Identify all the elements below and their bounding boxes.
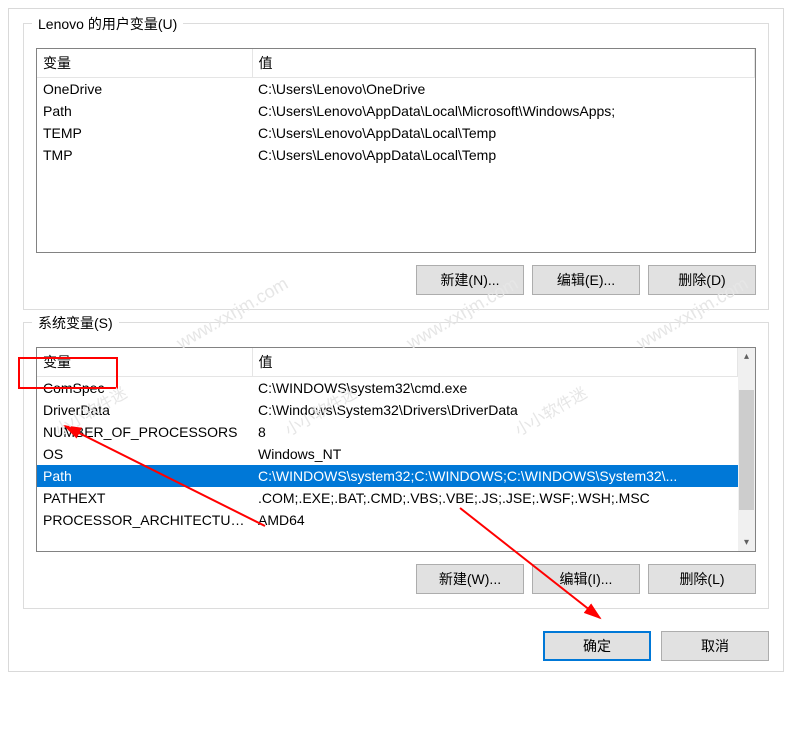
table-row[interactable]: DriverDataC:\Windows\System32\Drivers\Dr… bbox=[37, 399, 738, 421]
column-header-var[interactable]: 变量 bbox=[37, 348, 252, 377]
scroll-thumb[interactable] bbox=[739, 390, 754, 510]
cell-val: .COM;.EXE;.BAT;.CMD;.VBS;.VBE;.JS;.JSE;.… bbox=[252, 487, 738, 509]
cell-val: C:\Users\Lenovo\AppData\Local\Microsoft\… bbox=[252, 100, 755, 122]
cell-var: PATHEXT bbox=[37, 487, 252, 509]
delete-user-var-button[interactable]: 删除(D) bbox=[648, 265, 756, 295]
dialog-buttons: 确定 取消 bbox=[23, 621, 769, 661]
sys-vars-buttons: 新建(W)... 编辑(I)... 删除(L) bbox=[24, 560, 768, 608]
cell-val: C:\Users\Lenovo\AppData\Local\Temp bbox=[252, 122, 755, 144]
cell-var: PROCESSOR_ARCHITECTURE bbox=[37, 509, 252, 531]
edit-sys-var-button[interactable]: 编辑(I)... bbox=[532, 564, 640, 594]
sys-vars-label: 系统变量(S) bbox=[32, 313, 119, 333]
table-row[interactable]: PathC:\WINDOWS\system32;C:\WINDOWS;C:\WI… bbox=[37, 465, 738, 487]
user-vars-label: Lenovo 的用户变量(U) bbox=[32, 14, 183, 34]
cell-val: C:\WINDOWS\system32\cmd.exe bbox=[252, 377, 738, 400]
cell-var: NUMBER_OF_PROCESSORS bbox=[37, 421, 252, 443]
table-row[interactable]: OSWindows_NT bbox=[37, 443, 738, 465]
scroll-down-icon[interactable]: ▾ bbox=[738, 534, 755, 551]
delete-sys-var-button[interactable]: 删除(L) bbox=[648, 564, 756, 594]
user-vars-buttons: 新建(N)... 编辑(E)... 删除(D) bbox=[24, 261, 768, 309]
table-row[interactable]: PathC:\Users\Lenovo\AppData\Local\Micros… bbox=[37, 100, 755, 122]
column-header-var[interactable]: 变量 bbox=[37, 49, 252, 78]
table-row[interactable]: OneDriveC:\Users\Lenovo\OneDrive bbox=[37, 78, 755, 101]
cell-val: C:\Users\Lenovo\AppData\Local\Temp bbox=[252, 144, 755, 166]
ok-button[interactable]: 确定 bbox=[543, 631, 651, 661]
cell-val: AMD64 bbox=[252, 509, 738, 531]
table-row[interactable]: TMPC:\Users\Lenovo\AppData\Local\Temp bbox=[37, 144, 755, 166]
column-header-val[interactable]: 值 bbox=[252, 49, 755, 78]
cancel-button[interactable]: 取消 bbox=[661, 631, 769, 661]
cell-var: Path bbox=[37, 465, 252, 487]
cell-var: OS bbox=[37, 443, 252, 465]
sys-vars-table-container: 变量 值 ComSpecC:\WINDOWS\system32\cmd.exeD… bbox=[36, 347, 756, 552]
cell-val: 8 bbox=[252, 421, 738, 443]
cell-var: ComSpec bbox=[37, 377, 252, 400]
user-vars-table[interactable]: 变量 值 OneDriveC:\Users\Lenovo\OneDrivePat… bbox=[37, 49, 755, 166]
new-user-var-button[interactable]: 新建(N)... bbox=[416, 265, 524, 295]
table-row[interactable]: PROCESSOR_ARCHITECTUREAMD64 bbox=[37, 509, 738, 531]
table-row[interactable]: ComSpecC:\WINDOWS\system32\cmd.exe bbox=[37, 377, 738, 400]
cell-val: C:\Users\Lenovo\OneDrive bbox=[252, 78, 755, 101]
table-row[interactable]: PATHEXT.COM;.EXE;.BAT;.CMD;.VBS;.VBE;.JS… bbox=[37, 487, 738, 509]
sys-vars-scrollbar[interactable]: ▴ ▾ bbox=[738, 348, 755, 551]
scroll-up-icon[interactable]: ▴ bbox=[738, 348, 755, 365]
cell-var: OneDrive bbox=[37, 78, 252, 101]
new-sys-var-button[interactable]: 新建(W)... bbox=[416, 564, 524, 594]
user-vars-group: Lenovo 的用户变量(U) 变量 值 OneDriveC:\Users\Le… bbox=[23, 23, 769, 310]
sys-vars-group: 系统变量(S) 变量 值 ComSpecC:\WINDOWS\system32\… bbox=[23, 322, 769, 609]
cell-val: C:\WINDOWS\system32;C:\WINDOWS;C:\WINDOW… bbox=[252, 465, 738, 487]
column-header-val[interactable]: 值 bbox=[252, 348, 738, 377]
sys-vars-table[interactable]: 变量 值 ComSpecC:\WINDOWS\system32\cmd.exeD… bbox=[37, 348, 738, 531]
user-vars-table-container: 变量 值 OneDriveC:\Users\Lenovo\OneDrivePat… bbox=[36, 48, 756, 253]
cell-var: TEMP bbox=[37, 122, 252, 144]
cell-val: Windows_NT bbox=[252, 443, 738, 465]
edit-user-var-button[interactable]: 编辑(E)... bbox=[532, 265, 640, 295]
cell-val: C:\Windows\System32\Drivers\DriverData bbox=[252, 399, 738, 421]
cell-var: DriverData bbox=[37, 399, 252, 421]
cell-var: TMP bbox=[37, 144, 252, 166]
table-row[interactable]: TEMPC:\Users\Lenovo\AppData\Local\Temp bbox=[37, 122, 755, 144]
env-vars-dialog: Lenovo 的用户变量(U) 变量 值 OneDriveC:\Users\Le… bbox=[8, 8, 784, 672]
cell-var: Path bbox=[37, 100, 252, 122]
table-row[interactable]: NUMBER_OF_PROCESSORS8 bbox=[37, 421, 738, 443]
